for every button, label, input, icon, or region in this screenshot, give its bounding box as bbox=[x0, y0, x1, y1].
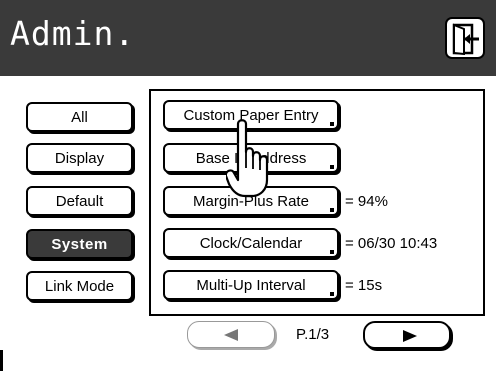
setting-label: Clock/Calendar bbox=[199, 234, 303, 252]
exit-door-icon bbox=[452, 23, 479, 55]
header-bar: Admin. bbox=[0, 0, 496, 76]
multi-up-interval-value: = 15s bbox=[345, 277, 383, 294]
next-page-button[interactable] bbox=[363, 321, 451, 349]
corner-marker bbox=[330, 208, 334, 212]
category-display-button[interactable]: Display bbox=[26, 143, 133, 173]
category-label: Display bbox=[54, 149, 105, 167]
previous-page-button[interactable] bbox=[187, 321, 275, 348]
corner-marker bbox=[330, 292, 334, 296]
category-label: Link Mode bbox=[44, 277, 115, 295]
exit-button[interactable] bbox=[445, 17, 485, 59]
category-system-button[interactable]: System bbox=[26, 229, 133, 259]
page-title: Admin. bbox=[10, 14, 136, 53]
category-default-button[interactable]: Default bbox=[26, 186, 133, 216]
multi-up-interval-button[interactable]: Multi-Up Interval bbox=[163, 270, 339, 300]
corner-marker bbox=[330, 122, 334, 126]
left-edge-bar bbox=[0, 350, 3, 371]
clock-calendar-button[interactable]: Clock/Calendar bbox=[163, 228, 339, 258]
hand-pointer-icon bbox=[226, 119, 269, 198]
clock-calendar-value: = 06/30 10:43 bbox=[345, 235, 438, 252]
category-link-mode-button[interactable]: Link Mode bbox=[26, 271, 133, 301]
corner-marker bbox=[330, 250, 334, 254]
category-label: System bbox=[51, 235, 108, 253]
corner-marker bbox=[330, 165, 334, 169]
setting-label: Multi-Up Interval bbox=[196, 276, 306, 294]
triangle-left-icon bbox=[224, 329, 238, 341]
triangle-right-icon bbox=[403, 330, 417, 342]
category-label: Default bbox=[55, 192, 104, 210]
page-indicator: P.1/3 bbox=[296, 326, 330, 343]
category-label: All bbox=[71, 108, 88, 126]
margin-plus-rate-value: = 94% bbox=[345, 193, 388, 210]
category-all-button[interactable]: All bbox=[26, 102, 133, 132]
